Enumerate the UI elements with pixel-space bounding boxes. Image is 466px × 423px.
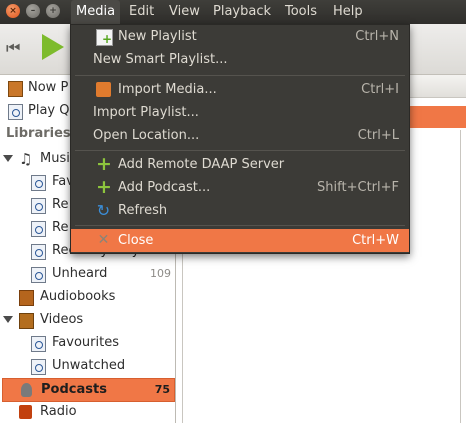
menu-item-add-podcast[interactable]: + Add Podcast... Shift+Ctrl+F xyxy=(71,176,409,199)
refresh-icon: ↻ xyxy=(96,201,111,220)
menu-item-new-smart-playlist[interactable]: New Smart Playlist... xyxy=(71,48,409,71)
smart-playlist-icon xyxy=(31,336,46,352)
podcast-icon xyxy=(21,383,32,397)
sidebar-item-label: Musi xyxy=(40,151,70,166)
sidebar-item-label: Re xyxy=(52,220,69,235)
menubar: × – + Media Edit View Playback Tools Hel… xyxy=(0,0,466,24)
sidebar-item-audiobooks[interactable]: Audiobooks xyxy=(0,286,175,308)
expander-open-icon[interactable] xyxy=(3,155,13,162)
previous-track-icon[interactable]: ⏮ xyxy=(6,38,32,58)
sidebar-item-radio[interactable]: Radio xyxy=(0,401,175,423)
sidebar-item-label: Audiobooks xyxy=(40,289,116,304)
menu-item-label: Open Location... xyxy=(93,128,200,143)
menu-item-add-daap-server[interactable]: + Add Remote DAAP Server xyxy=(71,153,409,176)
menu-item-new-playlist[interactable]: New Playlist Ctrl+N xyxy=(71,25,409,48)
menu-item-accelerator: Shift+Ctrl+F xyxy=(317,180,399,195)
smart-playlist-icon xyxy=(31,359,46,375)
sidebar-item-unheard[interactable]: Unheard 109 xyxy=(0,263,175,285)
menu-separator xyxy=(75,225,405,226)
menu-item-refresh[interactable]: ↻ Refresh xyxy=(71,199,409,222)
media-menu: New Playlist Ctrl+N New Smart Playlist..… xyxy=(70,24,410,254)
sidebar-item-label: Radio xyxy=(40,404,77,419)
menu-item-accelerator: Ctrl+N xyxy=(355,29,399,44)
playlist-icon xyxy=(8,104,23,120)
smart-playlist-icon xyxy=(31,175,46,191)
sidebar-item-podcasts[interactable]: Podcasts 75 xyxy=(2,378,175,402)
menu-item-accelerator: Ctrl+I xyxy=(361,82,399,97)
menu-edit[interactable]: Edit xyxy=(124,0,159,24)
menu-item-label: New Playlist xyxy=(118,29,197,44)
sidebar-item-label: Favourites xyxy=(52,335,119,350)
item-count: 75 xyxy=(154,383,170,396)
menu-item-label: Refresh xyxy=(118,203,168,218)
import-folder-icon xyxy=(96,82,111,97)
sidebar-item-label: Videos xyxy=(40,312,84,327)
pane-divider[interactable] xyxy=(182,230,183,423)
menu-item-label: Import Playlist... xyxy=(93,105,199,120)
now-playing-icon xyxy=(8,81,23,97)
menu-view[interactable]: View xyxy=(164,0,205,24)
new-playlist-icon xyxy=(96,29,113,46)
menu-media[interactable]: Media xyxy=(71,0,121,24)
sidebar-item-videos[interactable]: Videos xyxy=(0,309,175,331)
smart-playlist-icon xyxy=(31,244,46,260)
libraries-heading: Libraries xyxy=(6,126,71,141)
smart-playlist-icon xyxy=(31,267,46,283)
sidebar-item-video-favourites[interactable]: Favourites xyxy=(0,332,175,354)
window-minimize-button[interactable]: – xyxy=(26,4,40,18)
menu-item-close[interactable]: ✕ Close Ctrl+W xyxy=(71,229,409,252)
menu-item-open-location[interactable]: Open Location... Ctrl+L xyxy=(71,124,409,147)
pane-divider-right[interactable] xyxy=(460,130,461,423)
plus-icon: + xyxy=(96,176,112,198)
sidebar-item-unwatched[interactable]: Unwatched xyxy=(0,355,175,377)
smart-playlist-icon xyxy=(31,198,46,214)
menu-item-accelerator: Ctrl+W xyxy=(352,233,399,248)
menu-separator xyxy=(75,150,405,151)
menu-item-label: Add Podcast... xyxy=(118,180,211,195)
menu-item-label: Import Media... xyxy=(118,82,217,97)
menu-item-import-playlist[interactable]: Import Playlist... xyxy=(71,101,409,124)
menu-item-label: Close xyxy=(118,233,154,248)
audiobook-icon xyxy=(19,290,34,306)
sidebar-item-label: Play Q xyxy=(28,103,70,118)
menu-tools[interactable]: Tools xyxy=(280,0,322,24)
sidebar-item-label: Re xyxy=(52,197,69,212)
close-icon: ✕ xyxy=(97,232,110,248)
window-close-button[interactable]: × xyxy=(6,4,20,18)
radio-icon xyxy=(19,405,32,419)
menu-item-import-media[interactable]: Import Media... Ctrl+I xyxy=(71,78,409,101)
menu-item-accelerator: Ctrl+L xyxy=(357,128,399,143)
item-count: 109 xyxy=(150,267,171,280)
menu-playback[interactable]: Playback xyxy=(208,0,276,24)
menu-help[interactable]: Help xyxy=(328,0,368,24)
smart-playlist-icon xyxy=(31,221,46,237)
sidebar-item-label: Now P xyxy=(28,80,69,95)
sidebar-item-label: Unheard xyxy=(52,266,108,281)
menu-item-label: Add Remote DAAP Server xyxy=(118,157,285,172)
sidebar-item-label: Podcasts xyxy=(41,382,107,397)
plus-icon: + xyxy=(96,153,112,175)
music-note-icon: ♫ xyxy=(19,150,33,168)
menu-separator xyxy=(75,75,405,76)
film-icon xyxy=(19,313,34,329)
window-maximize-button[interactable]: + xyxy=(46,4,60,18)
sidebar-item-label: Unwatched xyxy=(52,358,126,373)
expander-open-icon[interactable] xyxy=(3,316,13,323)
play-icon[interactable] xyxy=(42,34,64,60)
menu-item-label: New Smart Playlist... xyxy=(93,52,228,67)
